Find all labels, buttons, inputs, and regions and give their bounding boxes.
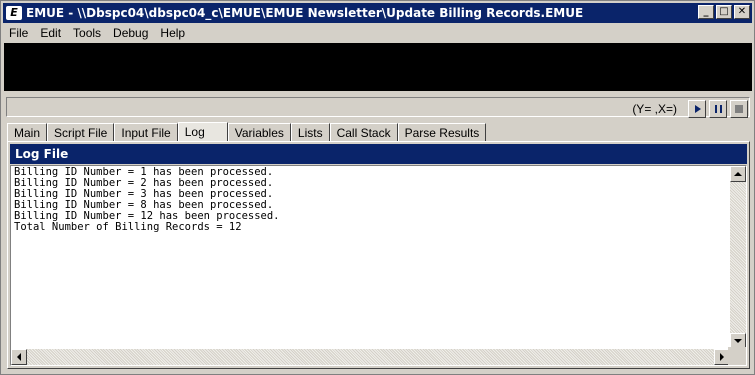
menu-bar: File Edit Tools Debug Help bbox=[3, 24, 191, 42]
tab-main[interactable]: Main bbox=[7, 123, 48, 142]
arrow-left-icon bbox=[17, 353, 21, 361]
window-title: EMUE - \\Dbspc04\dbspc04_c\EMUE\EMUE New… bbox=[26, 6, 584, 20]
app-window: E EMUE - \\Dbspc04\dbspc04_c\EMUE\EMUE N… bbox=[0, 0, 755, 375]
tab-variables[interactable]: Variables bbox=[227, 123, 291, 142]
stop-button[interactable] bbox=[730, 100, 748, 118]
tab-script-file[interactable]: Script File bbox=[47, 123, 115, 142]
arrow-right-icon bbox=[720, 353, 724, 361]
window-controls: _ □ ✕ bbox=[696, 5, 750, 19]
horizontal-scrollbar[interactable] bbox=[11, 349, 730, 365]
terminal-display[interactable] bbox=[4, 43, 752, 91]
tab-input-file[interactable]: Input File bbox=[114, 123, 178, 142]
vertical-scrollbar[interactable] bbox=[730, 166, 746, 349]
menu-tools[interactable]: Tools bbox=[67, 24, 107, 42]
scroll-up-button[interactable] bbox=[730, 166, 746, 182]
log-panel: Log File Billing ID Number = 1 has been … bbox=[7, 141, 750, 369]
menu-help[interactable]: Help bbox=[154, 24, 191, 42]
panel-title: Log File bbox=[10, 144, 747, 164]
tab-lists[interactable]: Lists bbox=[290, 123, 330, 142]
run-controls: (Y= ,X=) bbox=[632, 99, 748, 119]
tab-parse-results[interactable]: Parse Results bbox=[397, 123, 487, 142]
scrollbar-corner bbox=[728, 347, 746, 365]
emue-logo-icon: E bbox=[6, 6, 22, 20]
minimize-button[interactable]: _ bbox=[698, 5, 714, 19]
close-button[interactable]: ✕ bbox=[734, 5, 750, 19]
arrow-down-icon bbox=[734, 339, 742, 343]
title-bar[interactable]: E EMUE - \\Dbspc04\dbspc04_c\EMUE\EMUE N… bbox=[3, 3, 752, 23]
tab-call-stack[interactable]: Call Stack bbox=[329, 123, 398, 142]
tab-bar: Main Script File Input File Log Variable… bbox=[7, 122, 487, 142]
tab-log[interactable]: Log bbox=[177, 122, 228, 142]
pause-button[interactable] bbox=[709, 100, 727, 118]
menu-debug[interactable]: Debug bbox=[107, 24, 154, 42]
menu-edit[interactable]: Edit bbox=[34, 24, 67, 42]
arrow-up-icon bbox=[734, 172, 742, 176]
play-icon bbox=[695, 105, 701, 113]
pause-icon bbox=[714, 105, 722, 113]
menu-file[interactable]: File bbox=[3, 24, 34, 42]
play-button[interactable] bbox=[688, 100, 706, 118]
scroll-left-button[interactable] bbox=[11, 349, 27, 365]
stop-icon bbox=[735, 105, 743, 113]
maximize-button[interactable]: □ bbox=[716, 5, 732, 19]
log-text-area[interactable]: Billing ID Number = 1 has been processed… bbox=[10, 165, 747, 366]
log-content: Billing ID Number = 1 has been processed… bbox=[14, 167, 280, 233]
cursor-coordinates: (Y= ,X=) bbox=[632, 102, 677, 116]
